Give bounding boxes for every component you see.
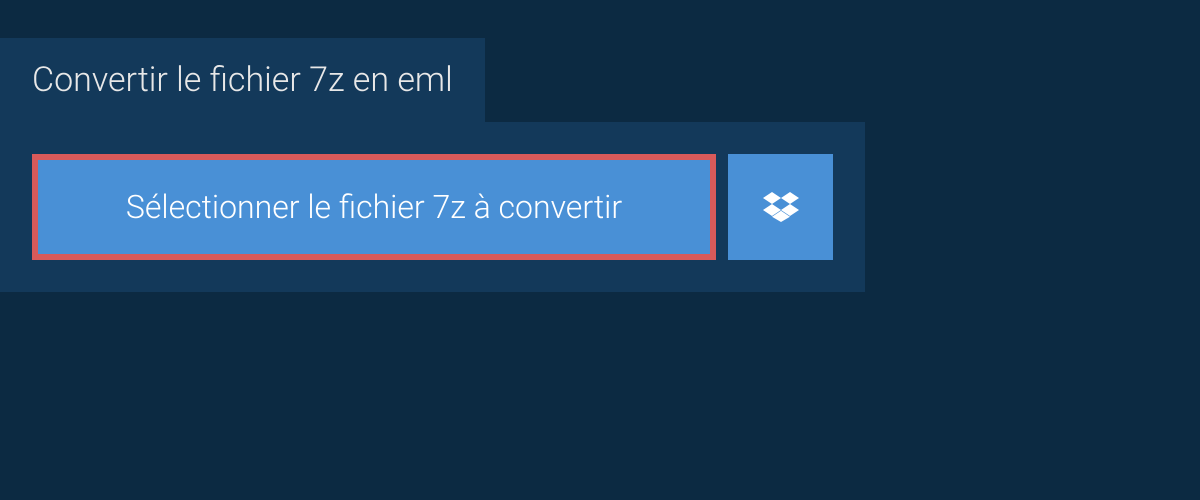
dropbox-icon [763, 189, 799, 225]
dropbox-button[interactable] [728, 154, 833, 260]
select-file-label: Sélectionner le fichier 7z à convertir [126, 188, 622, 226]
select-file-button[interactable]: Sélectionner le fichier 7z à convertir [32, 154, 716, 260]
page-title: Convertir le fichier 7z en eml [0, 38, 485, 122]
upload-panel: Sélectionner le fichier 7z à convertir [0, 122, 865, 292]
